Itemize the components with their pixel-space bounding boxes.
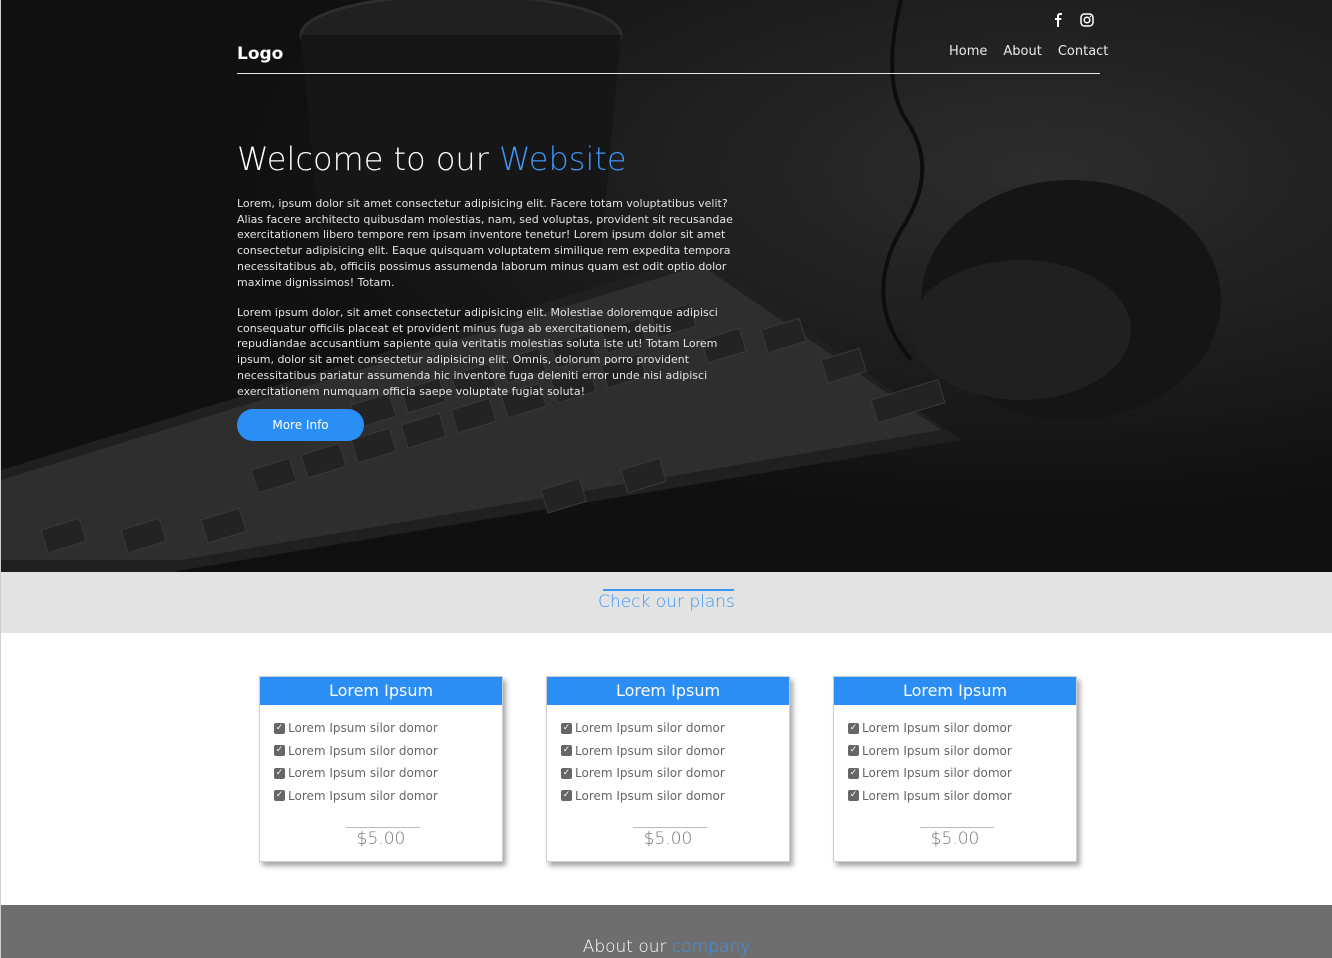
checkbox-checked-icon: ✓ <box>274 767 285 779</box>
main-nav: Home About Contact <box>949 44 1108 59</box>
plan-card: Lorem Ipsum ✓ Lorem Ipsum silor domor ✓ Lo… <box>259 676 503 862</box>
about-title: About our company <box>582 937 751 957</box>
checkbox-checked-icon: ✓ <box>848 722 859 734</box>
plan-card-title: Lorem Ipsum <box>547 677 789 705</box>
plan-feature: ✓ Lorem Ipsum silor domor <box>848 788 1012 803</box>
plan-feature-list: ✓ Lorem Ipsum silor domor ✓ Lorem Ipsum si… <box>260 705 502 807</box>
plans-title: Check our plans <box>598 592 735 612</box>
plan-card-title: Lorem Ipsum <box>260 677 502 705</box>
header-divider <box>237 73 1100 74</box>
checkbox-checked-icon: ✓ <box>848 767 859 779</box>
hero-section: Logo Home About Contact Welcome to our W… <box>1 0 1332 572</box>
checkbox-checked-icon: ✓ <box>561 767 572 779</box>
plan-feature-list: ✓ Lorem Ipsum silor domor ✓ Lorem Ipsum si… <box>547 705 789 807</box>
plan-feature: ✓ Lorem Ipsum silor domor <box>848 743 1012 758</box>
plan-feature-list: ✓ Lorem Ipsum silor domor ✓ Lorem Ipsum si… <box>834 705 1076 807</box>
nav-home[interactable]: Home <box>949 44 987 59</box>
facebook-icon[interactable] <box>1051 12 1067 28</box>
checkbox-checked-icon: ✓ <box>561 745 572 757</box>
checkbox-checked-icon: ✓ <box>274 722 285 734</box>
hero-title: Welcome to our Website <box>237 140 627 178</box>
hero-title-accent: Website <box>499 140 627 178</box>
plan-feature: ✓ Lorem Ipsum silor domor <box>848 766 1012 781</box>
plan-feature: ✓ Lorem Ipsum silor domor <box>561 766 725 781</box>
price-divider <box>920 827 994 828</box>
plan-feature: ✓ Lorem Ipsum silor domor <box>274 743 438 758</box>
checkbox-checked-icon: ✓ <box>274 745 285 757</box>
nav-contact[interactable]: Contact <box>1058 44 1109 59</box>
plan-feature: ✓ Lorem Ipsum silor domor <box>561 721 725 736</box>
plan-price: $5.00 <box>643 829 693 849</box>
price-divider <box>346 827 420 828</box>
checkbox-checked-icon: ✓ <box>274 790 285 802</box>
checkbox-checked-icon: ✓ <box>848 745 859 757</box>
about-section: About our company <box>1 905 1332 958</box>
hero-paragraph-1: Lorem, ipsum dolor sit amet consectetur … <box>237 197 733 289</box>
instagram-icon[interactable] <box>1079 12 1095 28</box>
more-info-button[interactable]: More Info <box>237 409 364 441</box>
about-title-accent: company <box>671 937 751 957</box>
plan-feature: ✓ Lorem Ipsum silor domor <box>848 721 1012 736</box>
checkbox-checked-icon: ✓ <box>561 790 572 802</box>
plans-header: Check our plans <box>1 572 1332 633</box>
plan-feature: ✓ Lorem Ipsum silor domor <box>561 743 725 758</box>
hero-paragraph-2: Lorem ipsum dolor, sit amet consectetur … <box>237 306 718 398</box>
plan-feature: ✓ Lorem Ipsum silor domor <box>561 788 725 803</box>
logo[interactable]: Logo <box>237 44 283 64</box>
plan-card-title: Lorem Ipsum <box>834 677 1076 705</box>
nav-about[interactable]: About <box>1003 44 1041 59</box>
plan-feature: ✓ Lorem Ipsum silor domor <box>274 766 438 781</box>
checkbox-checked-icon: ✓ <box>561 722 572 734</box>
price-divider <box>633 827 707 828</box>
plan-price: $5.00 <box>930 829 980 849</box>
plan-feature: ✓ Lorem Ipsum silor domor <box>274 721 438 736</box>
plan-feature: ✓ Lorem Ipsum silor domor <box>274 788 438 803</box>
plan-price: $5.00 <box>356 829 406 849</box>
plan-card: Lorem Ipsum ✓ Lorem Ipsum silor domor ✓ Lo… <box>833 676 1077 862</box>
plans-title-underline <box>603 589 734 591</box>
plan-card: Lorem Ipsum ✓ Lorem Ipsum silor domor ✓ Lo… <box>546 676 790 862</box>
checkbox-checked-icon: ✓ <box>848 790 859 802</box>
social-links <box>1051 12 1095 28</box>
